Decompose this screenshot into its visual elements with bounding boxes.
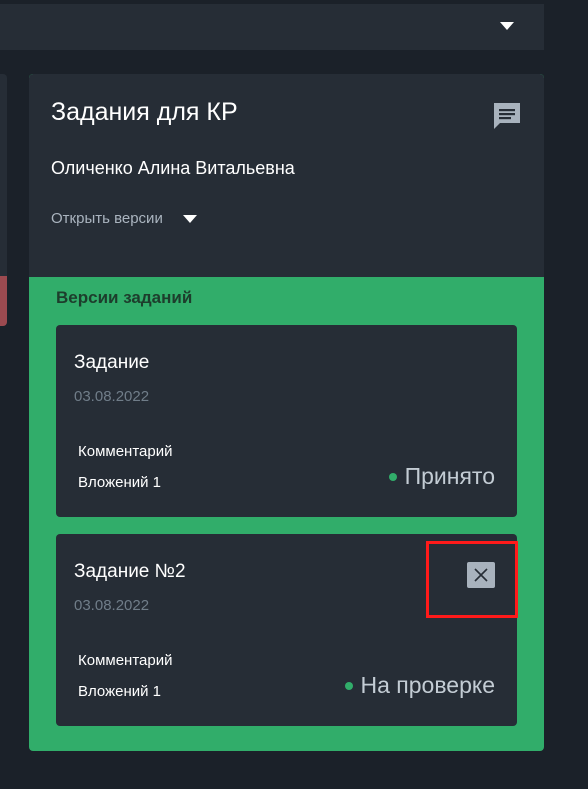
left-panel-edge bbox=[0, 74, 7, 326]
delete-version-button[interactable] bbox=[467, 562, 495, 588]
status-dot-icon bbox=[344, 681, 353, 690]
assignment-card: Задания для КР Оличенко Алина Витальевна… bbox=[29, 74, 544, 751]
open-versions-toggle[interactable]: Открыть версии bbox=[51, 210, 197, 227]
left-panel-accent bbox=[0, 276, 7, 326]
top-bar bbox=[0, 4, 544, 50]
version-item[interactable]: Задание 03.08.2022 Комментарий Вложений … bbox=[56, 325, 517, 517]
status-text: На проверке bbox=[360, 672, 496, 698]
attachments-link[interactable]: Вложений 1 bbox=[78, 683, 161, 700]
version-item[interactable]: Задание №2 03.08.2022 Комментарий Вложен… bbox=[56, 534, 517, 726]
version-date: 03.08.2022 bbox=[74, 388, 150, 405]
chevron-down-icon[interactable] bbox=[500, 22, 514, 30]
card-header: Задания для КР Оличенко Алина Витальевна… bbox=[29, 74, 544, 277]
open-versions-label: Открыть версии bbox=[51, 210, 163, 227]
chevron-down-icon bbox=[182, 214, 197, 223]
comment-link[interactable]: Комментарий bbox=[78, 652, 172, 669]
status-dot-icon bbox=[388, 472, 397, 481]
status-badge: На проверке bbox=[344, 672, 496, 699]
chat-icon[interactable] bbox=[492, 101, 522, 131]
student-name: Оличенко Алина Витальевна bbox=[51, 158, 295, 178]
version-date: 03.08.2022 bbox=[74, 597, 150, 614]
status-text: Принято bbox=[404, 463, 495, 489]
attachments-link[interactable]: Вложений 1 bbox=[78, 474, 161, 491]
status-badge: Принято bbox=[388, 463, 495, 490]
comment-link[interactable]: Комментарий bbox=[78, 443, 172, 460]
close-icon bbox=[474, 568, 488, 582]
version-title: Задание №2 bbox=[74, 561, 186, 582]
version-title: Задание bbox=[74, 352, 150, 373]
card-title: Задания для КР bbox=[51, 98, 238, 126]
versions-section-title: Версии заданий bbox=[56, 288, 193, 307]
